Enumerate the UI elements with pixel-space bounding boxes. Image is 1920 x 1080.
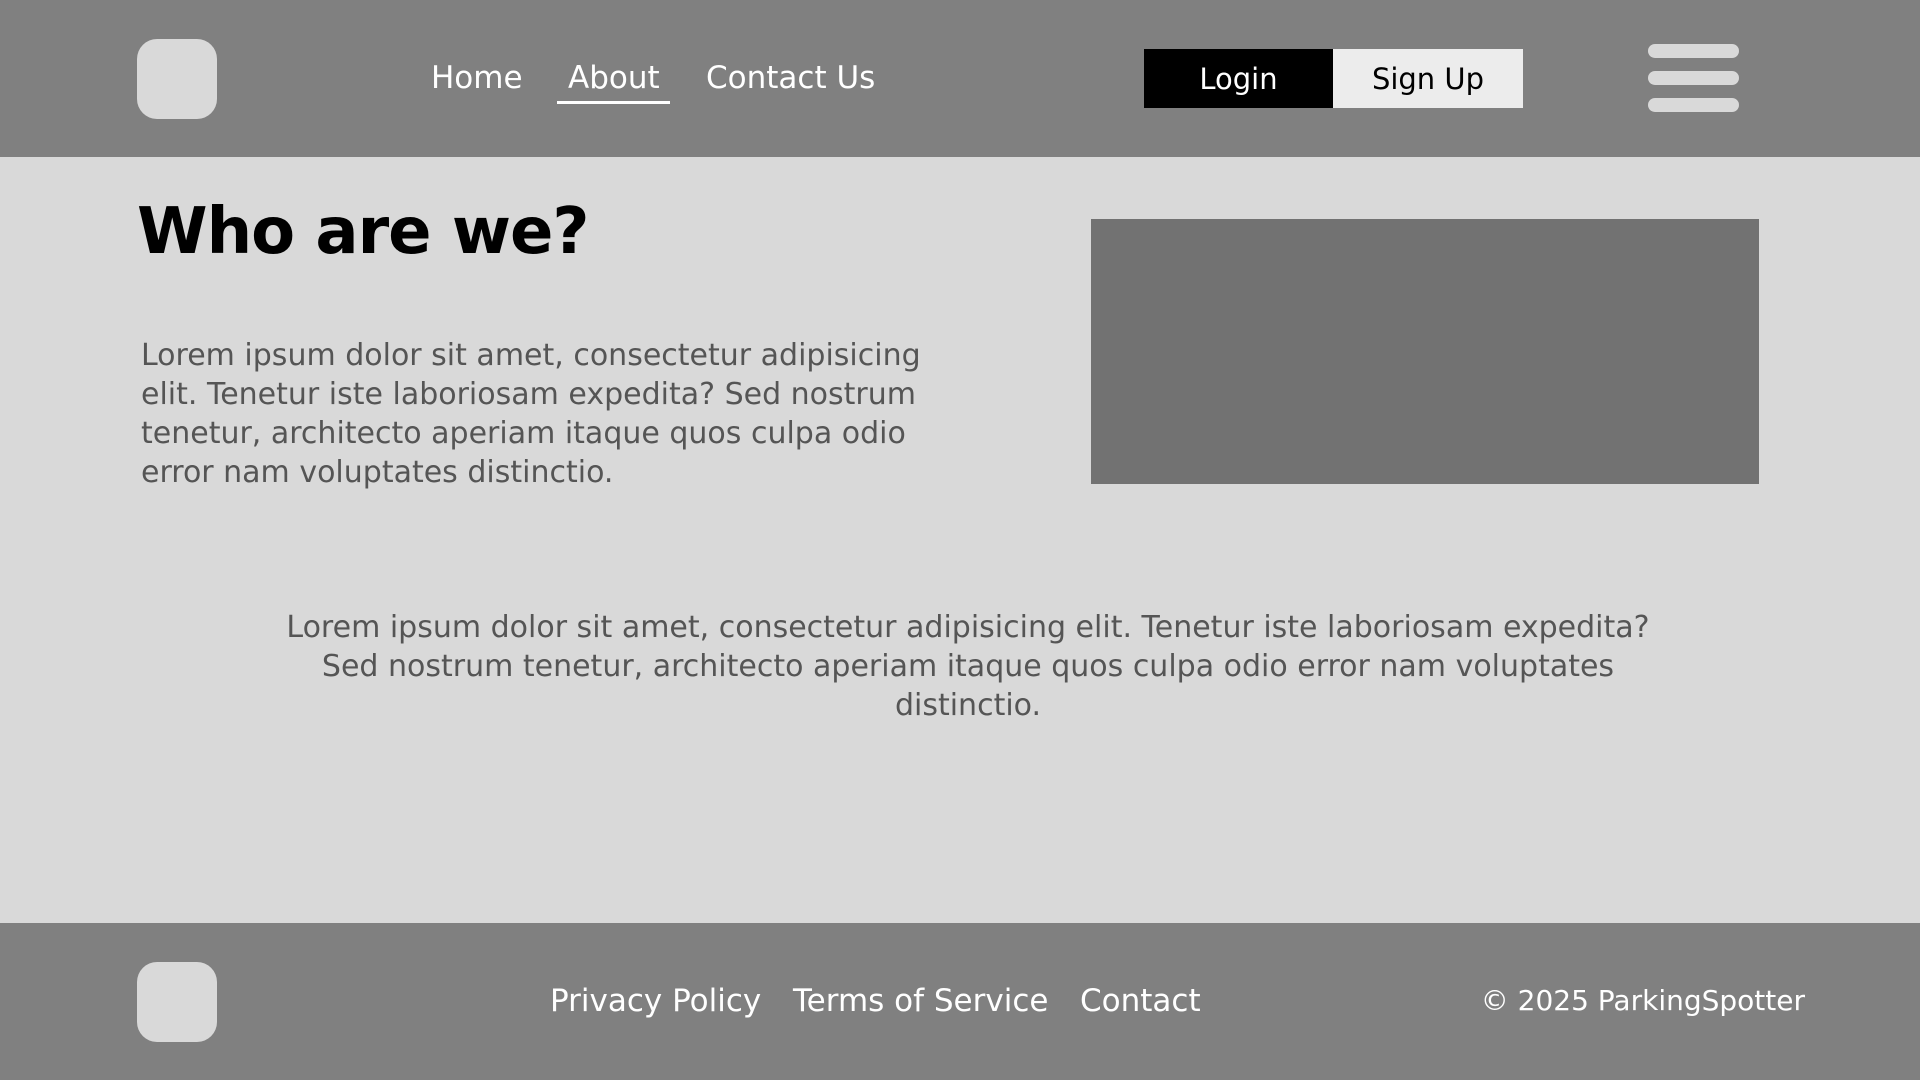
site-header: Home About Contact Us Login Sign Up xyxy=(0,0,1920,157)
nav-home-link[interactable]: Home xyxy=(431,56,523,100)
intro-paragraph: Lorem ipsum dolor sit amet, consectetur … xyxy=(141,338,921,490)
active-nav-underline xyxy=(557,101,670,104)
login-button-label: Login xyxy=(1199,61,1278,96)
footer-contact-link[interactable]: Contact xyxy=(1080,979,1201,1023)
nav-contact-us-link[interactable]: Contact Us xyxy=(706,56,875,100)
footer-privacy-policy-link[interactable]: Privacy Policy xyxy=(550,979,761,1023)
body-paragraph: Lorem ipsum dolor sit amet, consectetur … xyxy=(286,610,1650,723)
sign-up-button[interactable]: Sign Up xyxy=(1333,49,1523,108)
nav-about-link[interactable]: About xyxy=(568,56,660,100)
footer-logo-icon[interactable] xyxy=(137,962,217,1042)
menu-bar xyxy=(1648,98,1739,112)
menu-bar xyxy=(1648,71,1739,85)
hamburger-menu-icon[interactable] xyxy=(1648,44,1739,114)
menu-bar xyxy=(1648,44,1739,58)
image-placeholder xyxy=(1091,219,1759,484)
page-title: Who are we? xyxy=(137,195,589,269)
copyright-text: © 2025 ParkingSpotter xyxy=(1480,984,1805,1017)
sign-up-button-label: Sign Up xyxy=(1371,61,1485,96)
logo-icon[interactable] xyxy=(137,39,217,119)
site-footer: Privacy Policy Terms of Service Contact … xyxy=(0,923,1920,1080)
login-button[interactable]: Login xyxy=(1144,49,1333,108)
footer-terms-of-service-link[interactable]: Terms of Service xyxy=(793,979,1048,1023)
